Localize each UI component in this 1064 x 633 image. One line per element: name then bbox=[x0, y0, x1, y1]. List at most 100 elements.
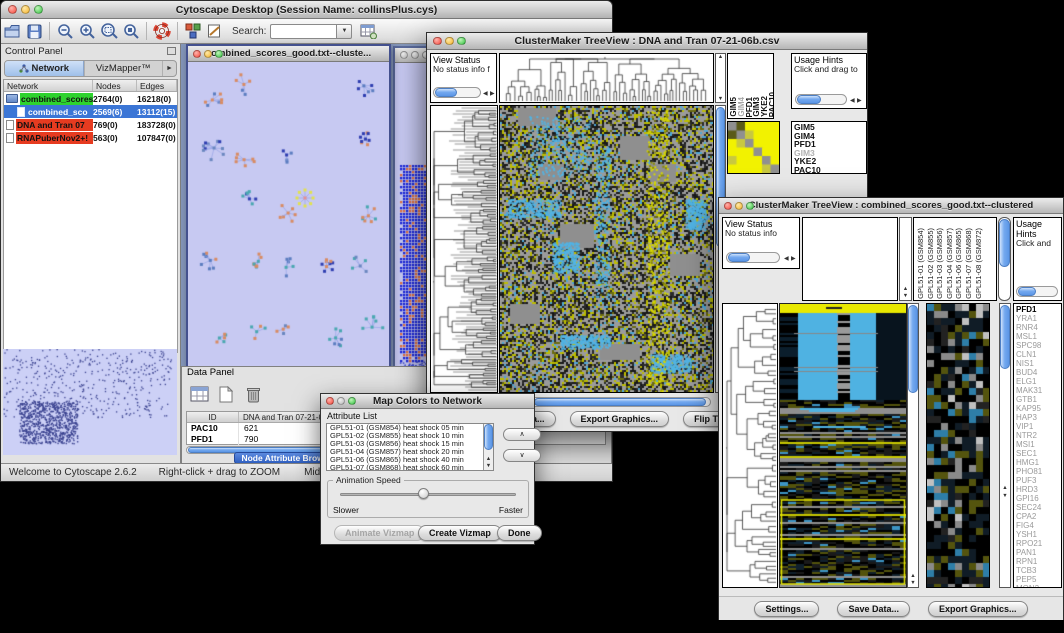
tv1-status-scrollbar[interactable] bbox=[433, 87, 481, 98]
tab-overflow-icon[interactable]: ► bbox=[162, 61, 176, 76]
network-table-header[interactable]: Network Nodes Edges bbox=[4, 80, 177, 92]
tv1-correlation-matrix[interactable] bbox=[727, 121, 780, 174]
tv2-heatmap[interactable] bbox=[779, 303, 907, 588]
gene-label[interactable]: FIG4 bbox=[1014, 521, 1061, 530]
search-input[interactable] bbox=[270, 24, 336, 39]
gene-label[interactable]: GPI16 bbox=[1014, 494, 1061, 503]
array-column-label[interactable]: GPL51-03 (GSM856) bbox=[935, 228, 945, 299]
attribute-item[interactable]: GPL51-07 (GSM868) heat shock 60 min bbox=[327, 464, 493, 471]
gene-label[interactable]: NTR2 bbox=[1014, 431, 1061, 440]
array-column-label[interactable]: GPL51-01 (GSM854) bbox=[916, 228, 926, 299]
tv1-col-scrollbar[interactable]: ▲ ▼ bbox=[715, 53, 726, 103]
annotation-icon[interactable] bbox=[204, 21, 226, 41]
gene-label[interactable]: MAK31 bbox=[1014, 386, 1061, 395]
scroll-up-icon[interactable]: ▲ bbox=[900, 286, 911, 292]
tv2-status-scrollbar[interactable] bbox=[726, 252, 780, 263]
gene-label[interactable]: BUD4 bbox=[1014, 368, 1061, 377]
gene-label[interactable]: SPC98 bbox=[1014, 341, 1061, 350]
network-view-titlebar[interactable]: combined_scores_good.txt--cluste... bbox=[188, 46, 389, 62]
tab-vizmapper[interactable]: VizMapper™ bbox=[84, 61, 163, 76]
tv1-hints-scrollbar[interactable] bbox=[795, 94, 847, 105]
treeview1-titlebar[interactable]: ClusterMaker TreeView : DNA and Tran 07-… bbox=[427, 33, 867, 50]
gene-label[interactable]: YSH1 bbox=[1014, 530, 1061, 539]
gene-label[interactable]: GTB1 bbox=[1014, 395, 1061, 404]
scroll-up-icon[interactable]: ▲ bbox=[908, 573, 918, 579]
minimize-icon[interactable] bbox=[445, 37, 454, 46]
gene-label[interactable]: TCB3 bbox=[1014, 566, 1061, 575]
move-up-button[interactable]: ∧ bbox=[503, 428, 541, 441]
tv2-hints-scrollbar[interactable] bbox=[1016, 286, 1058, 297]
save-session-button[interactable] bbox=[23, 21, 45, 41]
scroll-down-icon[interactable]: ▼ bbox=[484, 463, 493, 469]
gene-label[interactable]: HRD3 bbox=[1014, 485, 1061, 494]
treeview-button[interactable]: Export Graphics... bbox=[570, 411, 670, 427]
close-icon[interactable] bbox=[193, 50, 201, 58]
array-column-label[interactable]: GPL51-02 (GSM855) bbox=[926, 228, 936, 299]
scroll-right-icon[interactable]: ▶ bbox=[490, 90, 495, 97]
gene-label[interactable]: HAP3 bbox=[1014, 413, 1061, 422]
minimize-icon[interactable] bbox=[337, 397, 345, 405]
array-column-label[interactable]: GPL51-06 (GSM865) bbox=[954, 228, 964, 299]
gene-label[interactable]: PEP5 bbox=[1014, 575, 1061, 584]
zoom-window-icon[interactable] bbox=[348, 397, 356, 405]
gene-label[interactable]: MSI1 bbox=[1014, 440, 1061, 449]
gene-label[interactable]: MON2 bbox=[1014, 584, 1061, 588]
gene-label[interactable]: RPN1 bbox=[1014, 557, 1061, 566]
slider-thumb[interactable] bbox=[418, 488, 429, 499]
scroll-left-icon[interactable]: ◀ bbox=[784, 255, 789, 262]
gene-label[interactable]: PAN1 bbox=[1014, 548, 1061, 557]
scroll-up-icon[interactable]: ▲ bbox=[484, 456, 493, 462]
network-table-row[interactable]: combined_sco2569(6)13112(15) bbox=[4, 105, 177, 118]
tv2-col-scrollbar[interactable]: ▲ ▼ bbox=[899, 217, 912, 301]
close-icon[interactable] bbox=[8, 5, 17, 14]
new-document-icon[interactable] bbox=[215, 383, 237, 405]
treeview-button[interactable]: Export Graphics... bbox=[928, 601, 1028, 617]
main-titlebar[interactable]: Cytoscape Desktop (Session Name: collins… bbox=[1, 1, 612, 19]
tv1-row-dendrogram[interactable] bbox=[430, 105, 498, 393]
close-icon[interactable] bbox=[433, 37, 442, 46]
gene-label[interactable]: PHO81 bbox=[1014, 467, 1061, 476]
zoom-out-icon[interactable] bbox=[54, 21, 76, 41]
network-canvas[interactable] bbox=[188, 62, 389, 368]
minimize-icon[interactable] bbox=[204, 50, 212, 58]
gene-label[interactable]: SEC24 bbox=[1014, 503, 1061, 512]
vizmapper-icon[interactable] bbox=[182, 21, 204, 41]
array-column-label[interactable]: GPL51-04 (GSM857) bbox=[945, 228, 955, 299]
dialog-titlebar[interactable]: Map Colors to Network bbox=[321, 394, 534, 409]
table-icon[interactable] bbox=[188, 383, 210, 405]
attribute-list-scrollbar[interactable]: ▲ ▼ bbox=[483, 424, 493, 470]
tv2-column-dendrogram[interactable] bbox=[802, 217, 898, 301]
scroll-right-icon[interactable]: ▶ bbox=[857, 97, 862, 104]
help-lifesaver-icon[interactable] bbox=[151, 21, 173, 41]
tv2-global-scrollbar[interactable]: ▲ ▼ bbox=[999, 303, 1011, 588]
done-button[interactable]: Done bbox=[497, 525, 542, 541]
minimize-icon[interactable] bbox=[411, 51, 419, 59]
trash-icon[interactable] bbox=[242, 383, 264, 405]
zoom-window-icon[interactable] bbox=[34, 5, 43, 14]
treeview-button[interactable]: Save Data... bbox=[837, 601, 910, 617]
gene-label[interactable]: ELG1 bbox=[1014, 377, 1061, 386]
zoom-fit-icon[interactable] bbox=[98, 21, 120, 41]
tv2-global-heatmap[interactable] bbox=[926, 303, 990, 588]
zoom-window-icon[interactable] bbox=[457, 37, 466, 46]
open-session-button[interactable] bbox=[1, 21, 23, 41]
gene-label[interactable]: KAP95 bbox=[1014, 404, 1061, 413]
network-table-row[interactable]: combined_scores_2764(0)16218(0) bbox=[4, 92, 177, 105]
network-table-row[interactable]: DNA and Tran 07769(0)183728(0) bbox=[4, 118, 177, 131]
gene-label[interactable]: SEC1 bbox=[1014, 449, 1061, 458]
tv2-row-dendrogram[interactable] bbox=[722, 303, 778, 588]
scroll-down-icon[interactable]: ▼ bbox=[900, 293, 911, 299]
zoom-window-icon[interactable] bbox=[215, 50, 223, 58]
gene-label[interactable]: PUF3 bbox=[1014, 476, 1061, 485]
animate-vizmap-button[interactable]: Animate Vizmap bbox=[334, 525, 425, 541]
gene-label[interactable]: VIP1 bbox=[1014, 422, 1061, 431]
zoom-selected-icon[interactable] bbox=[120, 21, 142, 41]
search-dropdown-icon[interactable]: ▼ bbox=[336, 24, 352, 39]
tv1-column-dendrogram[interactable] bbox=[499, 53, 714, 103]
tab-network[interactable]: Network bbox=[5, 61, 84, 76]
gene-label[interactable]: PAC10 bbox=[792, 166, 866, 174]
scroll-up-icon[interactable]: ▲ bbox=[1000, 485, 1010, 491]
close-icon[interactable] bbox=[400, 51, 408, 59]
minimize-icon[interactable] bbox=[21, 5, 30, 14]
gene-label[interactable]: CLN1 bbox=[1014, 350, 1061, 359]
